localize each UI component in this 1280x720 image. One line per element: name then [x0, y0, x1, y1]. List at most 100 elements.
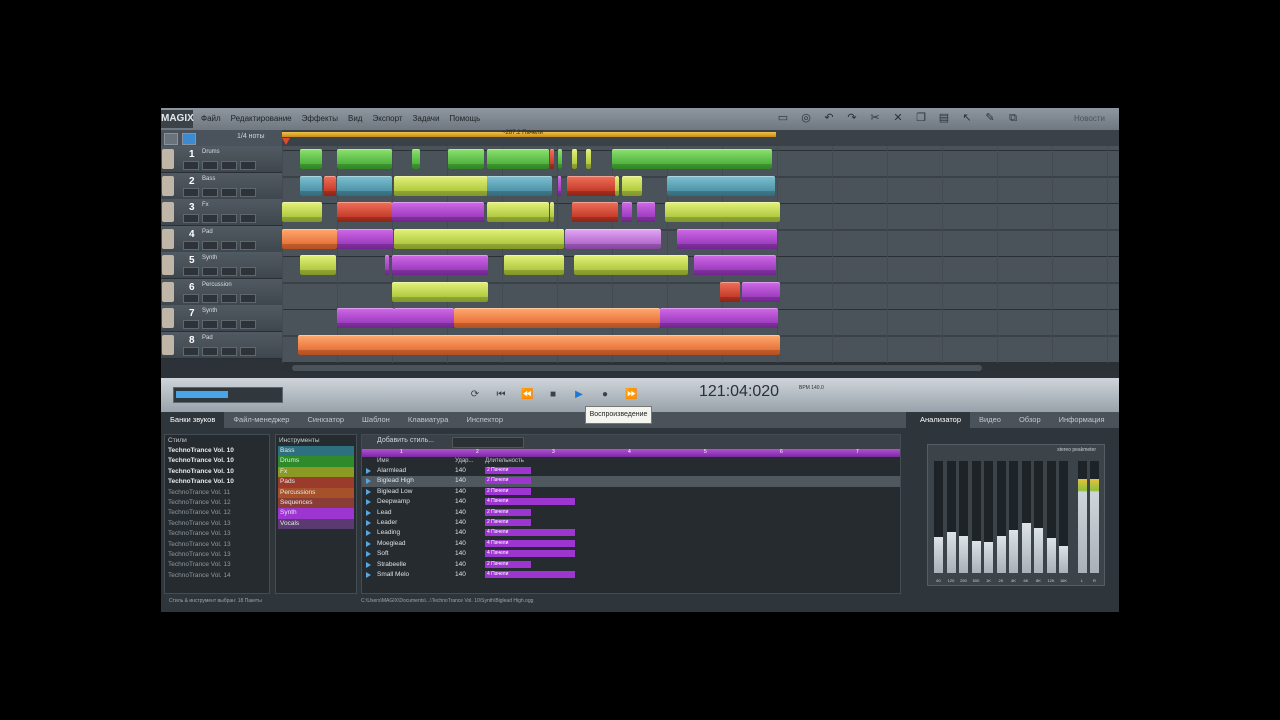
mute-button[interactable]: [183, 293, 199, 303]
loop-row[interactable]: Biglead Low 140 2 Пачели: [362, 487, 900, 497]
audio-object[interactable]: [448, 149, 484, 169]
fx-button[interactable]: [221, 240, 237, 250]
tab-soundpools[interactable]: Банки звуков: [161, 412, 225, 428]
audio-object[interactable]: [392, 255, 488, 275]
solo-button[interactable]: [202, 214, 218, 223]
tab-template[interactable]: Шаблон: [353, 412, 399, 428]
audio-object[interactable]: [622, 175, 642, 196]
track-name[interactable]: Percussion: [202, 282, 232, 288]
loop-icon[interactable]: ⟳: [469, 389, 481, 401]
tab-keyboard[interactable]: Клавиатура: [399, 412, 458, 428]
preview-play-icon[interactable]: [366, 530, 371, 537]
preview-play-icon[interactable]: [366, 551, 371, 558]
audio-object[interactable]: [487, 175, 552, 196]
menu-help[interactable]: Помощь: [449, 108, 480, 130]
audio-object[interactable]: [665, 202, 780, 222]
loop-row[interactable]: Moeglead 140 4 Пачели: [362, 539, 900, 549]
rewind-icon[interactable]: ⏪: [521, 389, 533, 401]
monitor-icon[interactable]: ▭: [777, 112, 789, 124]
menu-edit[interactable]: Редактирование: [231, 108, 292, 130]
audio-object[interactable]: [612, 149, 772, 169]
paste-icon[interactable]: ▤: [938, 112, 950, 124]
overview-position[interactable]: [176, 391, 228, 398]
menu-tasks[interactable]: Задачи: [413, 108, 440, 130]
audio-object[interactable]: [565, 228, 661, 249]
pointer-icon[interactable]: ↖: [961, 112, 973, 124]
view-grid-button[interactable]: [182, 133, 196, 145]
stop-icon[interactable]: ■: [547, 389, 559, 401]
style-item[interactable]: TechnoTrance Vol. 13: [165, 529, 269, 539]
solo-button[interactable]: [202, 293, 218, 303]
col-length[interactable]: Длительность: [485, 458, 524, 464]
loop-row[interactable]: Lead 140 2 Пачели: [362, 508, 900, 518]
col-bpm[interactable]: Удар...: [455, 458, 474, 464]
audio-object[interactable]: [667, 175, 775, 196]
instrument-item[interactable]: Bass: [278, 446, 354, 457]
fx-button[interactable]: [221, 161, 237, 170]
fx-button[interactable]: [221, 320, 237, 329]
cut-icon[interactable]: ✂: [869, 112, 881, 124]
solo-button[interactable]: [202, 240, 218, 250]
audio-object[interactable]: [487, 149, 549, 169]
style-item[interactable]: TechnoTrance Vol. 13: [165, 519, 269, 529]
instrument-item[interactable]: Percussions: [278, 487, 354, 499]
fx-button[interactable]: [221, 214, 237, 223]
audio-object[interactable]: [558, 175, 561, 196]
loop-row[interactable]: Alarmlead 140 2 Пачели: [362, 466, 900, 476]
split-icon[interactable]: ⧉: [1007, 112, 1019, 124]
audio-object[interactable]: [504, 255, 564, 275]
menu-export[interactable]: Экспорт: [372, 108, 402, 130]
style-item[interactable]: TechnoTrance Vol. 10: [165, 456, 269, 466]
loop-row[interactable]: Strabeelle 140 2 Пачели: [362, 560, 900, 570]
audio-object[interactable]: [720, 281, 740, 302]
loop-row[interactable]: Biglead High 140 2 Пачели: [362, 476, 900, 487]
track-header[interactable]: 3 Fx: [161, 199, 282, 226]
preview-play-icon[interactable]: [366, 561, 371, 568]
instrument-item[interactable]: Pads: [278, 477, 354, 488]
audio-object[interactable]: [487, 202, 549, 222]
volume-button[interactable]: [240, 320, 256, 329]
tab-info[interactable]: Информация: [1050, 412, 1114, 428]
mute-button[interactable]: [183, 320, 199, 329]
track-name[interactable]: Bass: [202, 176, 215, 182]
scrollbar-thumb[interactable]: [292, 365, 982, 371]
audio-object[interactable]: [394, 228, 564, 249]
tab-analyzer[interactable]: Анализатор: [911, 412, 971, 428]
instrument-item[interactable]: Sequences: [278, 498, 354, 509]
undo-icon[interactable]: ↶: [823, 112, 835, 124]
audio-object[interactable]: [660, 308, 778, 328]
mute-button[interactable]: [183, 267, 199, 276]
playhead-marker[interactable]: [282, 138, 290, 145]
tab-video[interactable]: Видео: [970, 412, 1010, 428]
loop-row[interactable]: Small Melo 140 4 Пачели: [362, 570, 900, 580]
volume-button[interactable]: [240, 267, 256, 276]
menu-effects[interactable]: Эффекты: [302, 108, 338, 130]
audio-object[interactable]: [300, 149, 322, 169]
quantize-select[interactable]: 1/4 ноты: [237, 133, 265, 140]
audio-object[interactable]: [558, 149, 562, 169]
preview-play-icon[interactable]: [366, 468, 371, 474]
audio-object[interactable]: [337, 308, 394, 328]
audio-object[interactable]: [742, 281, 780, 302]
record-icon[interactable]: ●: [599, 389, 611, 401]
audio-object[interactable]: [337, 149, 392, 169]
audio-object[interactable]: [550, 149, 554, 169]
loop-row[interactable]: Leader 140 2 Пачели: [362, 518, 900, 528]
fx-button[interactable]: [221, 293, 237, 303]
track-name[interactable]: Pad: [202, 229, 213, 235]
bpm-display[interactable]: BPM 140.0: [799, 385, 824, 391]
volume-button[interactable]: [240, 346, 256, 356]
mute-button[interactable]: [183, 187, 199, 197]
audio-object[interactable]: [394, 308, 454, 328]
style-item[interactable]: TechnoTrance Vol. 13: [165, 560, 269, 570]
track-name[interactable]: Pad: [202, 335, 213, 341]
audio-object[interactable]: [337, 202, 392, 222]
audio-object[interactable]: [392, 202, 484, 222]
view-list-button[interactable]: [164, 133, 178, 145]
style-item[interactable]: TechnoTrance Vol. 10: [165, 467, 269, 477]
timeline-ruler[interactable]: ~287.2 Пачели: [282, 130, 1119, 146]
audio-object[interactable]: [637, 202, 655, 222]
menu-view[interactable]: Вид: [348, 108, 362, 130]
audio-object[interactable]: [337, 228, 393, 249]
track-header[interactable]: 6 Percussion: [161, 278, 282, 306]
